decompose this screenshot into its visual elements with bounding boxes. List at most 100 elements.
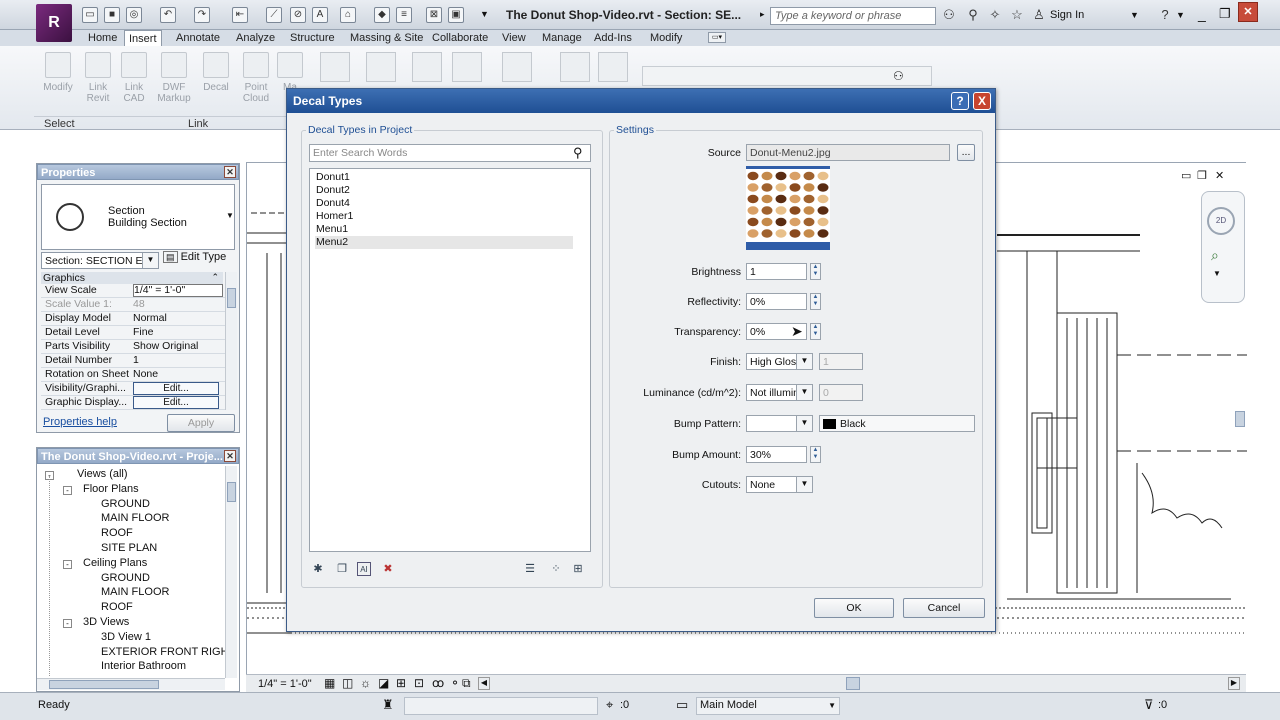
tag-icon[interactable]: ⊘: [290, 7, 306, 23]
list-view-icon[interactable]: ☰: [523, 562, 537, 576]
dimension-icon[interactable]: ⟋: [266, 7, 282, 23]
tab-collaborate[interactable]: Collaborate: [428, 30, 492, 46]
autodesk-seek-field[interactable]: [642, 66, 932, 86]
thin-lines-icon[interactable]: ≡: [396, 7, 412, 23]
property-value[interactable]: None: [133, 368, 223, 381]
tab-structure[interactable]: Structure: [286, 30, 339, 46]
browser-tree-item[interactable]: SITE PLAN: [101, 542, 157, 554]
text-icon[interactable]: A: [312, 7, 328, 23]
properties-help-link[interactable]: Properties help: [43, 416, 117, 428]
canvas-vscroll-thumb[interactable]: [1235, 411, 1245, 427]
bump-color-button[interactable]: Black: [819, 415, 975, 432]
browser-tree-item[interactable]: 3D Views: [83, 616, 129, 628]
shadows-icon[interactable]: ◪: [378, 676, 389, 690]
sign-in-link[interactable]: Sign In: [1050, 9, 1084, 21]
browser-tree-item[interactable]: EXTERIOR FRONT RIGHT: [101, 646, 235, 658]
tree-expander-icon[interactable]: -: [63, 619, 72, 628]
crop-view-icon[interactable]: ⊞: [396, 676, 406, 690]
communication-icon[interactable]: ✧: [988, 8, 1002, 22]
zoom-dropdown-icon[interactable]: ▼: [1213, 269, 1221, 278]
source-field[interactable]: Donut-Menu2.jpg: [746, 144, 950, 161]
close-window-icon[interactable]: ✕: [1238, 2, 1258, 22]
zoom-icon[interactable]: ⌕: [1211, 247, 1219, 264]
dialog-close-button[interactable]: X: [973, 92, 991, 110]
close-properties-icon[interactable]: ✕: [224, 166, 236, 178]
bump-amount-spinner-icon[interactable]: ▲ ▼: [810, 446, 821, 463]
properties-scrollbar[interactable]: [225, 272, 237, 410]
hscroll-right-icon[interactable]: ▶: [1228, 677, 1240, 690]
help-icon[interactable]: ?: [1158, 8, 1172, 22]
brightness-spinner-icon[interactable]: ▲ ▼: [810, 263, 821, 280]
browser-tree-item[interactable]: Interior Bathroom: [101, 660, 186, 672]
property-value[interactable]: Normal: [133, 312, 223, 325]
tab-annotate[interactable]: Annotate: [172, 30, 224, 46]
ribbon-button-link-cad[interactable]: Link CAD: [114, 52, 154, 104]
decal-list-item[interactable]: Donut2: [315, 184, 573, 197]
finish-dropdown-icon[interactable]: ▼: [796, 354, 812, 369]
ribbon-button-ma[interactable]: Ma: [270, 52, 310, 93]
design-option-select[interactable]: Main Model ▼: [696, 697, 840, 715]
help-dropdown-icon[interactable]: ▼: [1176, 10, 1185, 20]
instance-filter-select[interactable]: Section: SECTION EA ▼: [41, 252, 159, 269]
show-crop-icon[interactable]: ⊡: [414, 676, 424, 690]
decal-search-input[interactable]: Enter Search Words: [309, 144, 591, 162]
close-hidden-icon[interactable]: ⊠: [426, 7, 442, 23]
manage-images-icon[interactable]: [502, 52, 532, 82]
browse-source-button[interactable]: ...: [957, 144, 975, 161]
browser-tree-item[interactable]: Views (all): [77, 468, 128, 480]
dialog-help-button[interactable]: ?: [951, 92, 969, 110]
collapse-category-icon[interactable]: ⌃: [211, 272, 219, 283]
bump-pattern-select[interactable]: ▼: [746, 415, 813, 432]
sign-in-dropdown-icon[interactable]: ▼: [1130, 10, 1139, 20]
insert-from-file-icon[interactable]: [412, 52, 442, 82]
type-selector[interactable]: Section Building Section ▼: [41, 184, 235, 250]
ribbon-button-dwf-markup[interactable]: DWF Markup: [154, 52, 194, 104]
decal-list-item[interactable]: Homer1: [315, 210, 573, 223]
load-family-icon[interactable]: [560, 52, 590, 82]
save-icon[interactable]: ■: [104, 7, 120, 23]
steering-wheel-icon[interactable]: 2D: [1207, 207, 1235, 235]
tab-insert[interactable]: Insert: [124, 30, 162, 47]
finish-value-input[interactable]: 1: [819, 353, 863, 370]
hscroll-left-icon[interactable]: ◀: [478, 677, 490, 690]
luminance-value-input[interactable]: 0: [819, 384, 863, 401]
graphics-category-header[interactable]: Graphics ⌃: [41, 272, 223, 284]
browser-tree-item[interactable]: 3D View 1: [101, 631, 151, 643]
browser-scroll-thumb[interactable]: [227, 482, 236, 502]
properties-scroll-thumb[interactable]: [227, 288, 236, 308]
browser-tree-item[interactable]: MAIN FLOOR: [101, 512, 169, 524]
tab-massing-site[interactable]: Massing & Site: [346, 30, 427, 46]
decal-list-item[interactable]: Donut4: [315, 197, 573, 210]
binoculars-icon[interactable]: ⚇: [942, 8, 956, 22]
cutouts-select[interactable]: None ▼: [746, 476, 813, 493]
temporary-hide-icon[interactable]: ꝏ: [432, 676, 444, 690]
finish-select[interactable]: High Glos: ▼: [746, 353, 813, 370]
ribbon-button-decal[interactable]: Decal: [196, 52, 236, 93]
qat-dropdown-icon[interactable]: ▼: [480, 9, 489, 19]
bump-pattern-dropdown-icon[interactable]: ▼: [796, 416, 812, 431]
expand-search-icon[interactable]: ▸: [760, 9, 765, 20]
property-value[interactable]: Show Original: [133, 340, 223, 353]
tab-add-ins[interactable]: Add-Ins: [590, 30, 636, 46]
ribbon-button-link-revit[interactable]: Link Revit: [78, 52, 118, 104]
edit-type-button[interactable]: ▤ Edit Type: [163, 251, 226, 263]
section-icon[interactable]: ◆: [374, 7, 390, 23]
bump-amount-input[interactable]: 30%: [746, 446, 807, 463]
detail-level-icon[interactable]: ▦: [324, 676, 335, 690]
visual-style-icon[interactable]: ◫: [342, 676, 353, 690]
reveal-hidden-icon[interactable]: ⚬: [450, 676, 460, 690]
sun-path-icon[interactable]: ☼: [360, 676, 371, 690]
canvas-hscroll-thumb[interactable]: [846, 677, 860, 690]
browser-tree-item[interactable]: ROOF: [101, 527, 133, 539]
tab-view[interactable]: View: [498, 30, 530, 46]
worksharing-display-icon[interactable]: ⧉: [462, 676, 471, 691]
browser-tree-item[interactable]: MAIN FLOOR: [101, 586, 169, 598]
property-edit-button[interactable]: Edit...: [133, 382, 219, 395]
import-cad-icon[interactable]: [320, 52, 350, 82]
property-value[interactable]: 1/4" = 1'-0": [133, 284, 223, 297]
luminance-select[interactable]: Not illumin ▼: [746, 384, 813, 401]
view-scale-label[interactable]: 1/4" = 1'-0": [258, 678, 312, 690]
favorites-star-icon[interactable]: ☆: [1010, 8, 1024, 22]
property-value[interactable]: 1: [133, 354, 223, 367]
small-icons-view-icon[interactable]: ⁘: [549, 562, 563, 576]
